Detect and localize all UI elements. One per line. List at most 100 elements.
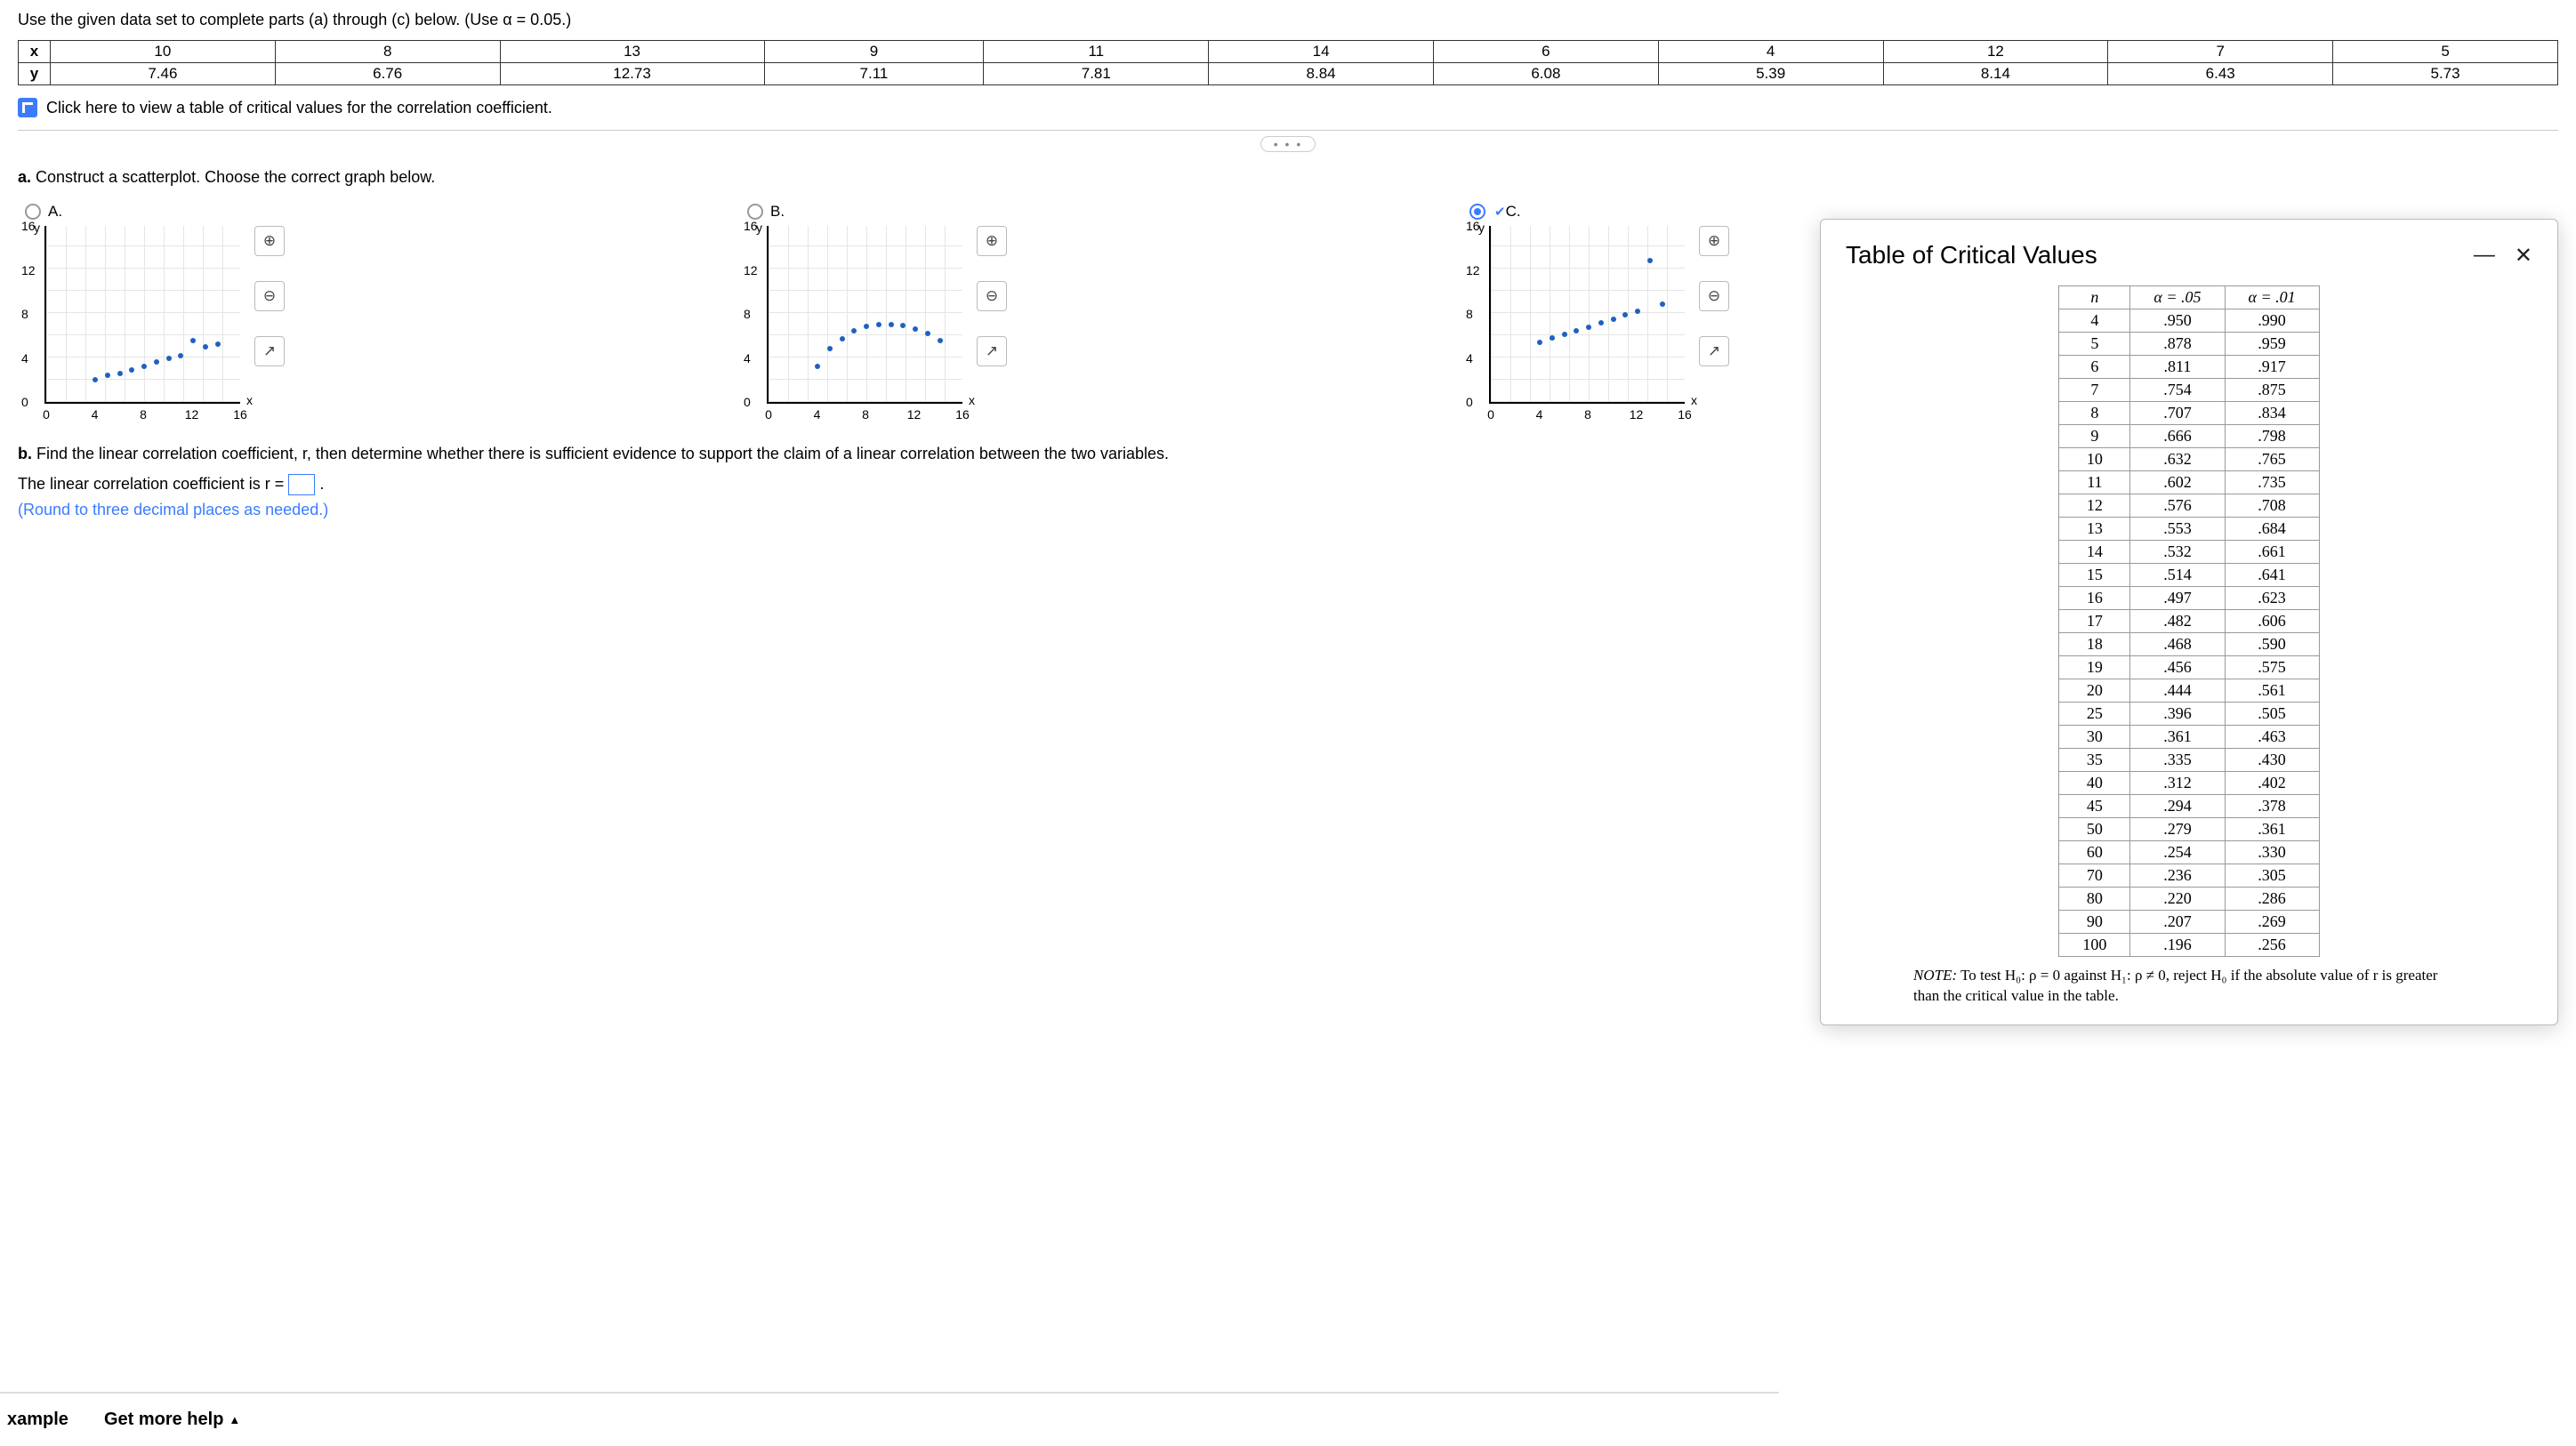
cv-cell: .606 [2225,610,2319,633]
cv-cell: .623 [2225,587,2319,610]
cv-row: 15.514.641 [2059,564,2319,587]
cv-cell: .532 [2130,541,2225,564]
cv-cell: .576 [2130,494,2225,518]
check-icon: ✔ [1494,204,1506,220]
cv-cell: 16 [2059,587,2130,610]
cell-y: 7.11 [764,63,984,85]
zoom-out-icon[interactable]: ⊖ [977,281,1007,311]
critical-values-link[interactable]: Click here to view a table of critical v… [18,98,2558,117]
cv-row: 50.279.361 [2059,818,2319,841]
cv-row: 100.196.256 [2059,934,2319,957]
radio-option-b[interactable] [747,204,763,220]
cv-cell: .575 [2225,656,2319,679]
cv-row: 16.497.623 [2059,587,2319,610]
cv-cell: .602 [2130,471,2225,494]
cv-cell: 100 [2059,934,2130,957]
cv-cell: 50 [2059,818,2130,841]
cell-y: 5.39 [1658,63,1883,85]
cv-cell: .482 [2130,610,2225,633]
panel-note: NOTE: To test H₀: ρ = 0 against H₁: ρ ≠ … [1913,966,2465,1007]
cv-cell: .294 [2130,795,2225,818]
cell-y: 8.14 [1883,63,2108,85]
cell-x: 4 [1658,41,1883,63]
panel-title: Table of Critical Values [1846,241,2097,269]
cv-row: 17.482.606 [2059,610,2319,633]
cv-cell: .456 [2130,656,2225,679]
cell-x: 7 [2108,41,2333,63]
cv-header: α = .01 [2225,286,2319,309]
cv-row: 6.811.917 [2059,356,2319,379]
cv-cell: .735 [2225,471,2319,494]
cv-cell: .707 [2130,402,2225,425]
bottom-bar: xample Get more help ▲ [0,1392,1779,1446]
cv-row: 80.220.286 [2059,888,2319,911]
cv-cell: .990 [2225,309,2319,333]
minimize-icon[interactable]: — [2474,243,2495,269]
cv-cell: 19 [2059,656,2130,679]
zoom-in-icon[interactable]: ⊕ [254,226,285,256]
cv-cell: .330 [2225,841,2319,864]
zoom-in-icon[interactable]: ⊕ [1699,226,1729,256]
cell-x: 9 [764,41,984,63]
cv-cell: .661 [2225,541,2319,564]
popout-icon[interactable]: ↗ [254,336,285,366]
cv-cell: 11 [2059,471,2130,494]
zoom-in-icon[interactable]: ⊕ [977,226,1007,256]
cv-cell: .402 [2225,772,2319,795]
cv-cell: .269 [2225,911,2319,934]
cv-row: 90.207.269 [2059,911,2319,934]
cv-cell: .497 [2130,587,2225,610]
cv-cell: 30 [2059,726,2130,749]
cell-y: 6.76 [275,63,500,85]
cv-cell: 40 [2059,772,2130,795]
popout-icon[interactable]: ↗ [1699,336,1729,366]
cv-cell: .444 [2130,679,2225,703]
zoom-out-icon[interactable]: ⊖ [254,281,285,311]
close-icon[interactable]: ✕ [2515,243,2532,269]
cv-cell: .220 [2130,888,2225,911]
zoom-out-icon[interactable]: ⊖ [1699,281,1729,311]
popout-icon[interactable]: ↗ [977,336,1007,366]
cv-row: 4.950.990 [2059,309,2319,333]
cell-x: 10 [51,41,276,63]
cell-x: 13 [500,41,764,63]
cv-cell: .236 [2130,864,2225,888]
cv-cell: .305 [2225,864,2319,888]
radio-option-c[interactable] [1469,204,1485,220]
radio-option-a[interactable] [25,204,41,220]
cell-y: 6.43 [2108,63,2333,85]
cv-row: 60.254.330 [2059,841,2319,864]
cv-cell: .430 [2225,749,2319,772]
critical-values-link-label: Click here to view a table of critical v… [46,99,552,117]
cv-cell: .632 [2130,448,2225,471]
cv-cell: .335 [2130,749,2225,772]
cell-x: 11 [984,41,1209,63]
row-y-header: y [19,63,51,85]
example-button[interactable]: xample [7,1410,68,1430]
cv-cell: 20 [2059,679,2130,703]
cv-cell: .765 [2225,448,2319,471]
cv-cell: 15 [2059,564,2130,587]
cv-cell: 6 [2059,356,2130,379]
cv-cell: .312 [2130,772,2225,795]
caret-up-icon: ▲ [229,1413,240,1426]
cv-cell: 60 [2059,841,2130,864]
row-x-header: x [19,41,51,63]
cv-cell: .279 [2130,818,2225,841]
cell-x: 5 [2333,41,2558,63]
cell-y: 7.81 [984,63,1209,85]
cv-row: 9.666.798 [2059,425,2319,448]
cv-cell: 25 [2059,703,2130,726]
cv-cell: .553 [2130,518,2225,541]
cv-cell: 45 [2059,795,2130,818]
cv-cell: .463 [2225,726,2319,749]
get-more-help-button[interactable]: Get more help ▲ [104,1410,240,1430]
expand-dots[interactable]: • • • [1260,136,1316,152]
option-label: B. [770,203,785,221]
cv-cell: .286 [2225,888,2319,911]
cv-cell: .361 [2225,818,2319,841]
cv-cell: .207 [2130,911,2225,934]
part-b-prompt: b. Find the linear correlation coefficie… [18,445,1761,463]
cv-cell: .641 [2225,564,2319,587]
r-input[interactable] [288,474,315,495]
